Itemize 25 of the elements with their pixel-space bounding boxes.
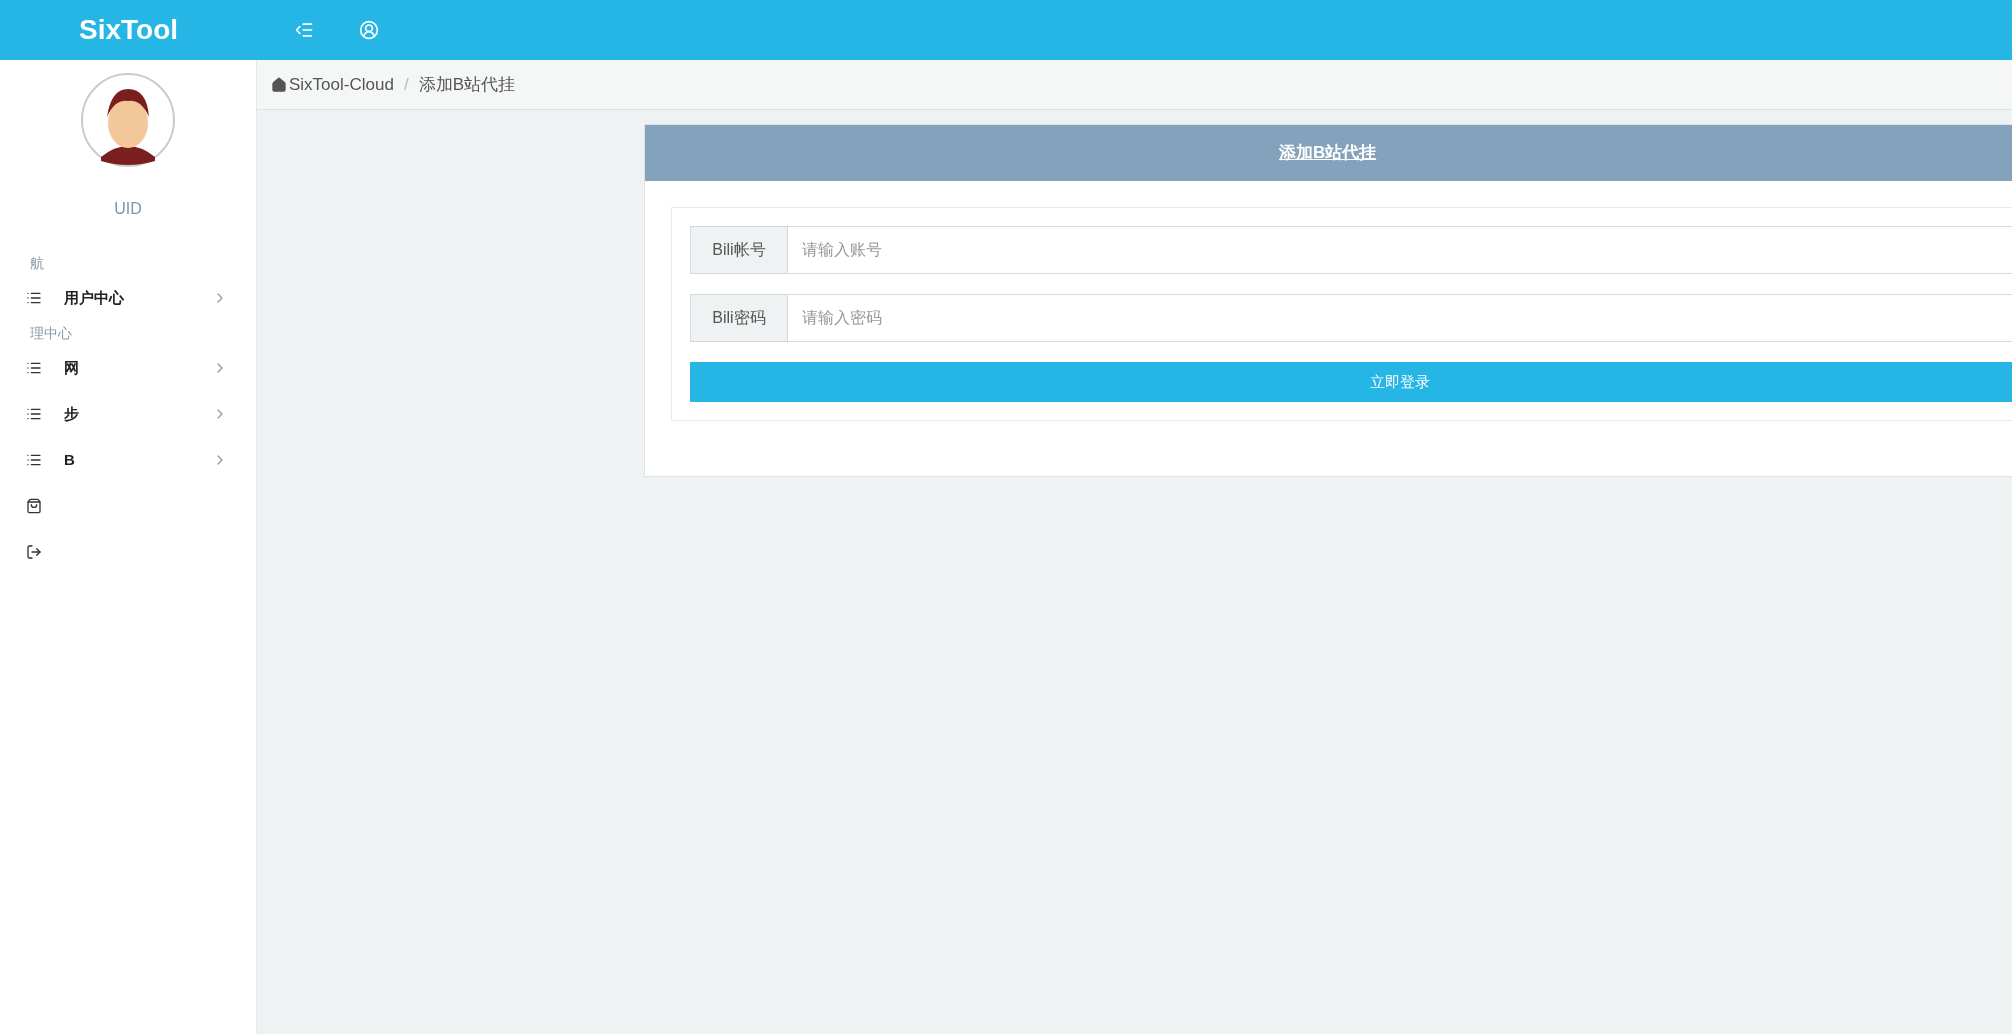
list-icon	[26, 290, 42, 306]
input-field[interactable]: 请输入账号	[788, 226, 2012, 274]
field-label: Bili帐号	[690, 226, 788, 274]
list-icon	[26, 406, 42, 422]
card-title: 添加B站代挂	[1279, 142, 1377, 165]
list-icon	[26, 452, 42, 468]
sidebar-item[interactable]: 用户中心	[0, 275, 256, 321]
logout-icon	[26, 544, 42, 560]
field-label: Bili密码	[690, 294, 788, 342]
sidebar-item[interactable]: B	[0, 437, 256, 483]
breadcrumb-separator: /	[403, 73, 409, 96]
section-heading: 航	[29, 254, 45, 273]
input-field[interactable]: 请输入密码	[788, 294, 2012, 342]
section-heading: 理中心	[29, 324, 73, 343]
breadcrumb-current: 添加B站代挂	[418, 73, 515, 96]
menu-toggle-icon[interactable]	[294, 20, 314, 40]
logo: SixTool	[78, 13, 178, 47]
sidebar-item[interactable]: 网	[0, 345, 256, 391]
user-icon[interactable]	[359, 20, 379, 40]
list-icon	[26, 360, 42, 376]
bag-icon	[26, 498, 42, 514]
uid-label: UID	[114, 199, 142, 219]
home-icon	[271, 76, 287, 93]
breadcrumb-link[interactable]: SixTool-Cloud	[289, 71, 394, 98]
sidebar-item[interactable]: 步	[0, 391, 256, 437]
